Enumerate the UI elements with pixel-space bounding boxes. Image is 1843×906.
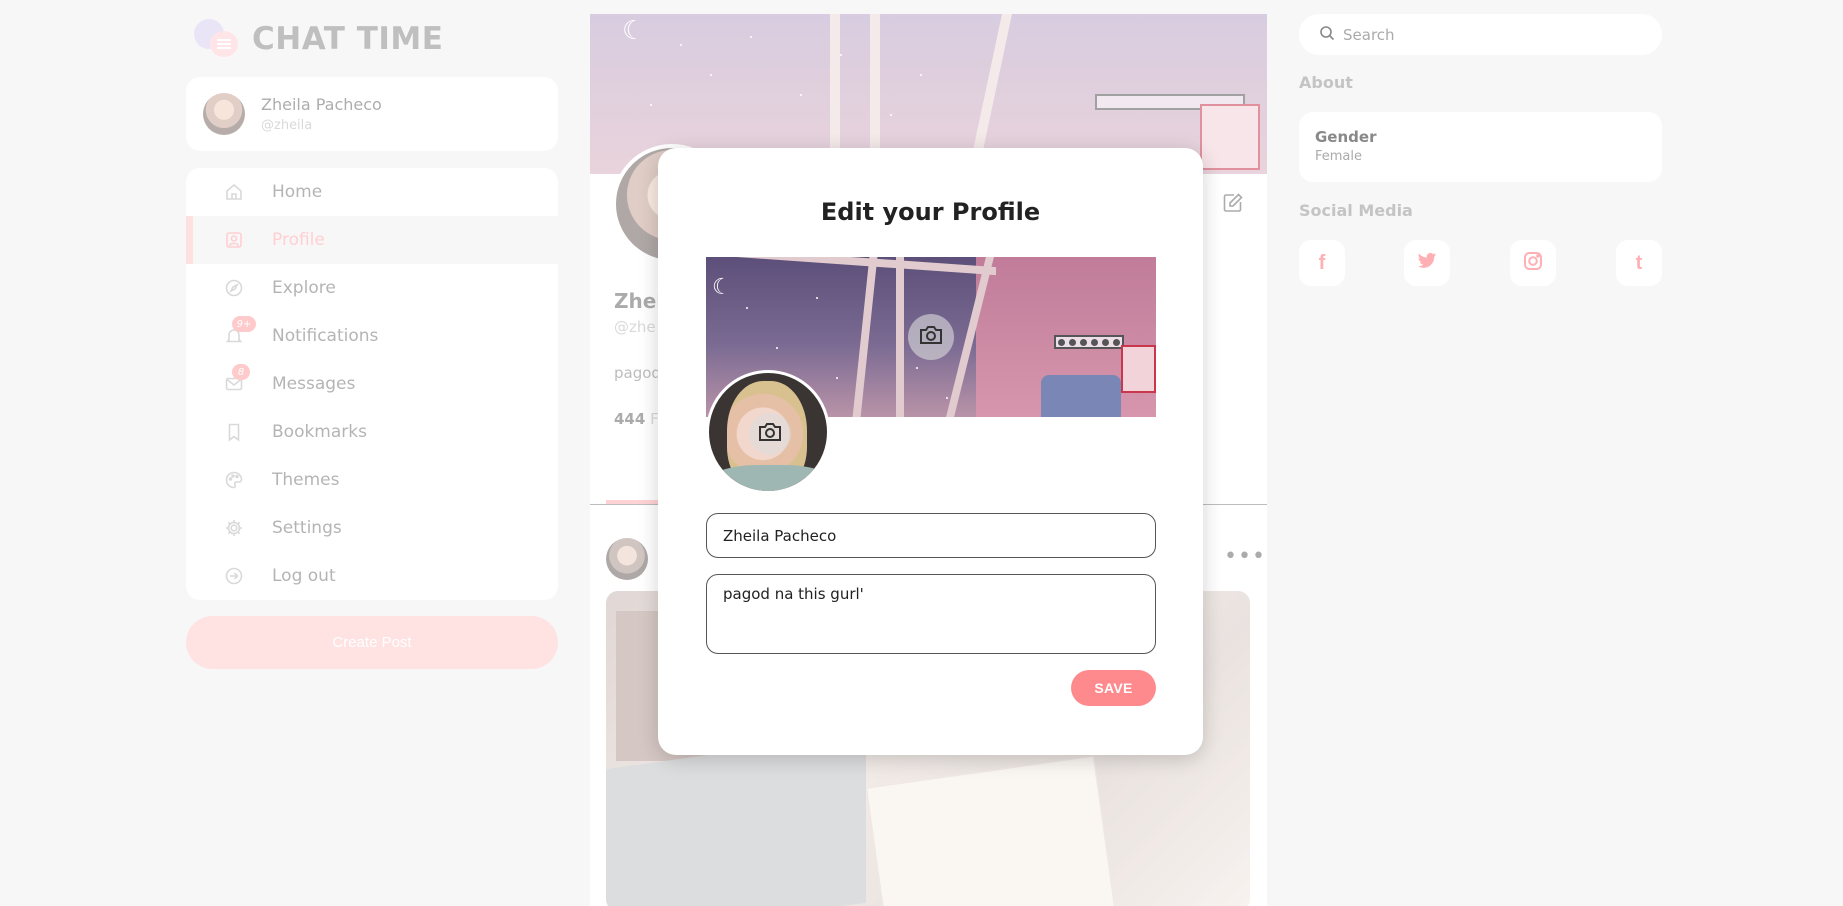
social-media-heading: Social Media	[1299, 201, 1413, 220]
about-value: Female	[1315, 149, 1363, 164]
change-cover-button[interactable]	[908, 314, 954, 360]
twitter-icon	[1417, 252, 1437, 274]
tumblr-button[interactable]: t	[1616, 240, 1662, 286]
camera-icon	[918, 324, 944, 350]
instagram-icon	[1523, 251, 1543, 275]
save-button[interactable]: SAVE	[1071, 670, 1156, 706]
modal-title: Edit your Profile	[820, 198, 1041, 226]
twitter-button[interactable]	[1404, 240, 1450, 286]
edit-profile-modal: Edit your Profile ☾ Zheila Pacheco pagod…	[658, 148, 1203, 755]
tumblr-icon: t	[1635, 251, 1643, 274]
bio-field[interactable]: pagod na this gurl'	[706, 574, 1156, 654]
name-field[interactable]: Zheila Pacheco	[706, 513, 1156, 558]
search-input[interactable]: Search	[1299, 14, 1662, 55]
camera-icon	[757, 421, 783, 447]
about-card: Gender Female	[1299, 112, 1662, 182]
search-icon	[1319, 25, 1335, 45]
moon-icon: ☾	[712, 275, 732, 300]
search-placeholder: Search	[1343, 25, 1395, 44]
facebook-button[interactable]: f	[1299, 240, 1345, 286]
avatar-preview	[706, 370, 830, 494]
facebook-icon: f	[1318, 251, 1326, 274]
about-heading: About	[1299, 73, 1353, 92]
instagram-button[interactable]	[1510, 240, 1556, 286]
about-label: Gender	[1315, 128, 1377, 146]
change-avatar-button[interactable]	[749, 413, 791, 455]
